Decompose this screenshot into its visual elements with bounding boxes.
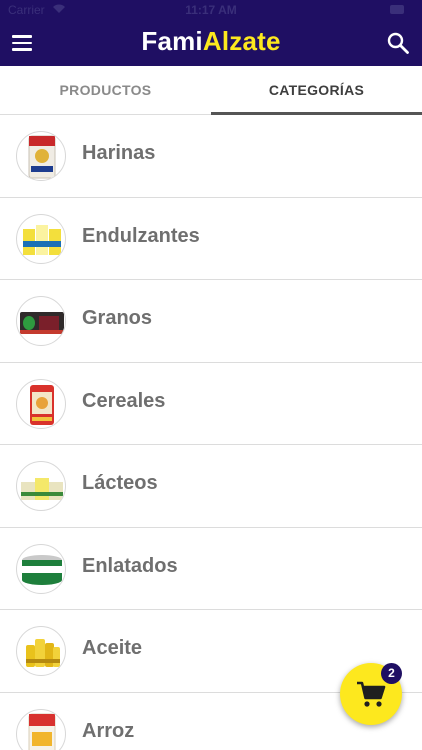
category-label: Endulzantes bbox=[82, 224, 200, 247]
category-label: Aceite bbox=[82, 637, 143, 659]
category-label: Granos bbox=[82, 307, 153, 329]
aceite-product-image bbox=[16, 626, 66, 676]
category-row-enlatados[interactable]: Enlatados bbox=[0, 528, 422, 610]
lacteos-product-image bbox=[16, 461, 66, 511]
cereales-product-image bbox=[16, 378, 66, 429]
cart-count-badge: 2 bbox=[381, 663, 402, 684]
category-label: Arroz bbox=[82, 719, 135, 742]
category-row-granos[interactable]: Granos bbox=[0, 280, 422, 363]
status-bar: Carrier 11:17 AM bbox=[0, 0, 422, 20]
logo-text-alzate: Alzate bbox=[202, 26, 281, 56]
app-header: Carrier 11:17 AM FamiAlzate bbox=[0, 0, 422, 66]
enlatados-product-image bbox=[16, 543, 66, 594]
category-row-cereales[interactable]: Cereales bbox=[0, 363, 422, 445]
category-row-harinas[interactable]: Harinas bbox=[0, 115, 422, 198]
logo-text-fami: Fami bbox=[141, 26, 203, 56]
status-time: 11:17 AM bbox=[185, 3, 237, 17]
category-label: Lácteos bbox=[82, 472, 158, 494]
harinas-product-image bbox=[16, 131, 66, 181]
category-label: Cereales bbox=[82, 389, 166, 412]
tab-bar: PRODUCTOS CATEGORÍAS bbox=[0, 66, 422, 115]
search-icon[interactable] bbox=[386, 31, 410, 55]
battery-icon bbox=[390, 5, 404, 14]
category-row-endulzantes[interactable]: Endulzantes bbox=[0, 198, 422, 280]
app-logo: FamiAlzate bbox=[0, 26, 422, 57]
shopping-cart-icon bbox=[357, 681, 386, 707]
endulzantes-product-image bbox=[16, 213, 66, 264]
tab-categorias[interactable]: CATEGORÍAS bbox=[211, 66, 422, 115]
granos-product-image bbox=[16, 296, 66, 346]
tab-productos[interactable]: PRODUCTOS bbox=[0, 66, 211, 115]
category-row-lacteos[interactable]: Lácteos bbox=[0, 445, 422, 528]
category-label: Harinas bbox=[82, 142, 156, 164]
category-label: Enlatados bbox=[82, 554, 178, 577]
arroz-product-image bbox=[16, 708, 66, 750]
